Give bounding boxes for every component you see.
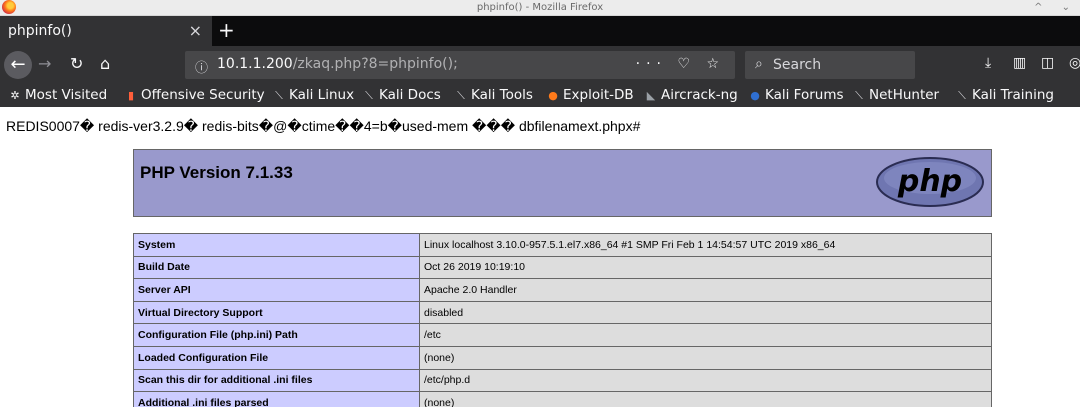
- tab-phpinfo[interactable]: phpinfo() ×: [0, 16, 212, 46]
- table-row: System Linux localhost 3.10.0-957.5.1.el7…: [133, 233, 992, 257]
- download-icon[interactable]: ⤓: [985, 55, 1013, 71]
- site-info-icon[interactable]: ⓘ: [195, 57, 208, 76]
- kali-dragon-icon: ⟍: [365, 89, 373, 102]
- table-row: Configuration File (php.ini) Path/etc: [133, 323, 992, 347]
- url-host: 10.1.1.200: [217, 56, 293, 72]
- row-value: Oct 26 2019 10:19:10: [419, 255, 992, 280]
- row-key: Loaded Configuration File: [133, 345, 420, 370]
- row-value: (none): [419, 391, 992, 407]
- kali-dragon-icon: ⟍: [275, 89, 283, 102]
- row-value: /etc/php.d: [419, 368, 992, 393]
- new-tab-icon[interactable]: +: [218, 18, 235, 42]
- row-value: Linux localhost 3.10.0-957.5.1.el7.x86_6…: [419, 233, 992, 257]
- tab-strip: phpinfo() × +: [0, 16, 1080, 46]
- forward-arrow-icon[interactable]: →: [38, 54, 51, 73]
- window-title: phpinfo() - Mozilla Firefox: [476, 2, 604, 13]
- table-row: Build Date Oct 26 2019 10:19:10: [133, 255, 992, 280]
- gear-icon: ✲: [10, 89, 20, 102]
- row-key: System: [133, 233, 420, 257]
- window-controls[interactable]: ^ ⌄: [1034, 0, 1078, 15]
- php-version-title: PHP Version 7.1.33: [140, 163, 293, 182]
- exploitdb-icon: ●: [548, 89, 558, 102]
- kali-dragon-icon: ⟍: [958, 89, 966, 102]
- row-value: Apache 2.0 Handler: [419, 278, 992, 302]
- url-text[interactable]: 10.1.1.200/zkaq.php?8=phpinfo();: [217, 56, 458, 72]
- table-row: Scan this dir for additional .ini files /…: [133, 368, 992, 393]
- kali-dragon-icon: ⟍: [457, 89, 465, 102]
- bookmark-aircrack-ng[interactable]: ◣ Aircrack-ng: [644, 87, 738, 103]
- bookmark-nethunter[interactable]: ⟍ NetHunter: [852, 87, 939, 103]
- navigation-toolbar: ← → ↻ ⌂ ⓘ 10.1.1.200/zkaq.php?8=phpinfo(…: [0, 46, 1080, 84]
- aircrack-icon: ◣: [646, 89, 656, 102]
- bookmark-exploit-db[interactable]: ● Exploit-DB: [546, 87, 633, 103]
- search-icon: ⌕: [755, 56, 763, 72]
- forums-icon: ●: [750, 89, 760, 102]
- php-info-table: System Linux localhost 3.10.0-957.5.1.el7…: [133, 233, 992, 407]
- library-icon[interactable]: ▥: [1013, 55, 1041, 71]
- row-key: Build Date: [133, 255, 420, 280]
- bookmark-kali-tools[interactable]: ⟍ Kali Tools: [454, 87, 533, 103]
- table-row: Additional .ini files parsed (none): [133, 391, 992, 407]
- bookmark-kali-training[interactable]: ⟍ Kali Training: [955, 87, 1054, 103]
- redis-dump-text: REDIS0007� redis-ver3.2.9� redis-bits�@�…: [6, 118, 641, 134]
- home-icon[interactable]: ⌂: [100, 54, 110, 73]
- row-value: (none): [419, 345, 992, 370]
- table-row: Server API Apache 2.0 Handler: [133, 278, 992, 302]
- row-key: Scan this dir for additional .ini files: [133, 368, 420, 393]
- row-value: disabled: [419, 300, 992, 325]
- table-row: Virtual Directory Support disabled: [133, 300, 992, 325]
- bookmark-kali-docs[interactable]: ⟍ Kali Docs: [362, 87, 441, 103]
- toolbar-icons: ⤓ ▥ ◫ ◎: [985, 55, 1080, 71]
- bookmark-offensive-security[interactable]: ▮ Offensive Security: [124, 87, 265, 103]
- reload-icon[interactable]: ↻: [70, 54, 83, 73]
- offsec-icon: ▮: [127, 89, 135, 102]
- bookmark-most-visited[interactable]: ✲ Most Visited: [8, 87, 107, 103]
- close-tab-icon[interactable]: ×: [189, 21, 202, 40]
- search-bar[interactable]: ⌕: [745, 51, 915, 79]
- php-logo-icon: php: [876, 157, 984, 207]
- table-row: Loaded Configuration File (none): [133, 345, 992, 370]
- kali-dragon-icon: ⟍: [855, 89, 863, 102]
- row-key: Server API: [133, 278, 420, 302]
- php-version-header: PHP Version 7.1.33 php: [133, 149, 992, 217]
- page-actions-icons[interactable]: ··· ♡ ☆: [636, 56, 725, 72]
- url-bar[interactable]: ⓘ 10.1.1.200/zkaq.php?8=phpinfo(); ··· ♡…: [185, 51, 735, 79]
- row-key: Configuration File (php.ini) Path: [133, 323, 420, 347]
- tab-title: phpinfo(): [8, 23, 72, 39]
- back-arrow-icon[interactable]: ←: [4, 51, 32, 79]
- bookmark-kali-forums[interactable]: ● Kali Forums: [748, 87, 843, 103]
- php-logo-text: php: [897, 164, 962, 199]
- sidebar-icon[interactable]: ◫: [1041, 55, 1069, 71]
- row-key: Virtual Directory Support: [133, 300, 420, 325]
- page-content: REDIS0007� redis-ver3.2.9� redis-bits�@�…: [0, 107, 1080, 407]
- row-value: /etc: [419, 323, 992, 347]
- search-input[interactable]: [773, 55, 908, 75]
- window-titlebar: phpinfo() - Mozilla Firefox ^ ⌄: [0, 0, 1080, 16]
- bookmarks-toolbar: ✲ Most Visited ▮ Offensive Security ⟍ Kali …: [0, 84, 1080, 107]
- menu-icon[interactable]: ◎: [1069, 55, 1080, 71]
- bookmark-kali-linux[interactable]: ⟍ Kali Linux: [272, 87, 354, 103]
- url-path: /zkaq.php?8=phpinfo();: [292, 56, 458, 72]
- row-key: Additional .ini files parsed: [133, 391, 420, 407]
